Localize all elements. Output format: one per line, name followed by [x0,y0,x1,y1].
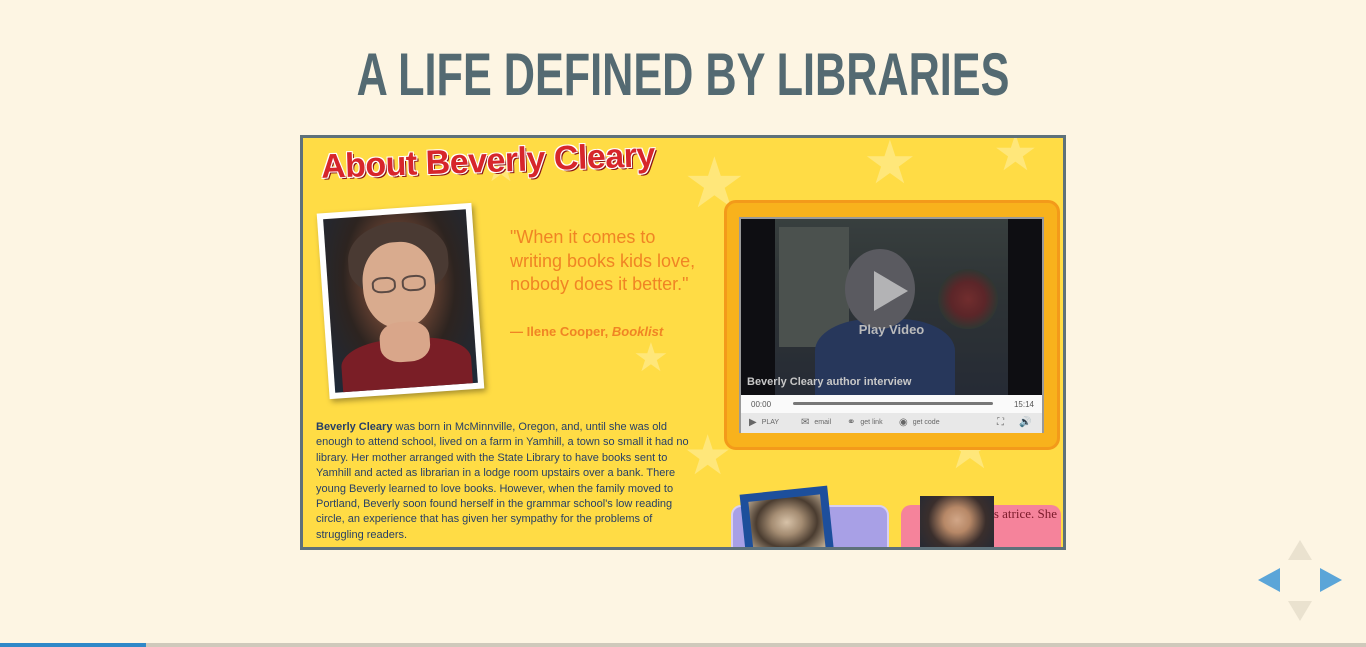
video-timebar: 00:00 15:14 [741,395,1042,413]
volume-button[interactable]: 🔊 [1019,417,1031,428]
video-caption: Beverly Cleary author interview [747,376,912,388]
play-video-label[interactable]: Play Video [741,322,1042,337]
video-screen[interactable]: Play Video Beverly Cleary author intervi… [741,219,1042,395]
video-player-container: Play Video Beverly Cleary author intervi… [724,200,1060,450]
video-controls: ▶ PLAY ✉ email ⚭ get link ◉ get code ⛶ 🔊 [741,413,1042,433]
nav-up-arrow-icon[interactable] [1288,540,1312,560]
link-icon: ⚭ [847,417,856,428]
play-icon: ▶ [749,417,757,428]
slide-title: A LIFE DEFINED BY LIBRARIES [356,41,1010,108]
get-code-button[interactable]: ◉ get code [899,417,940,428]
presentation-progress-bar [0,643,1366,647]
related-book-image[interactable] [739,485,835,547]
related-author-photo[interactable] [920,496,994,547]
fullscreen-icon: ⛶ [997,417,1004,428]
email-button[interactable]: ✉ email [801,417,831,428]
bio-name: Beverly Cleary [316,421,393,433]
progress-fill [0,643,147,647]
play-overlay-icon[interactable] [874,271,908,311]
get-link-button[interactable]: ⚭ get link [847,417,883,428]
play-button[interactable]: ▶ PLAY [749,417,779,428]
quote-attribution: — Ilene Cooper, Booklist [510,324,664,339]
video-player: Play Video Beverly Cleary author intervi… [739,217,1044,433]
embedded-page-frame: ★ ★ ★ ★ ★ ★ ★ ★ About Beverly Cleary "Wh… [300,135,1066,550]
volume-icon: 🔊 [1019,417,1032,428]
nav-left-arrow-icon[interactable] [1258,568,1280,592]
seek-bar[interactable] [793,402,993,405]
time-total: 15:14 [1013,400,1034,409]
code-icon: ◉ [899,417,908,428]
quote-text: "When it comes to writing books kids lov… [510,227,696,294]
time-current: 00:00 [751,400,772,409]
email-icon: ✉ [801,417,810,428]
nav-right-arrow-icon[interactable] [1320,568,1342,592]
nav-down-arrow-icon[interactable] [1288,601,1312,621]
fullscreen-button[interactable]: ⛶ [997,417,1004,428]
author-photo [316,202,485,400]
bio-paragraph: Beverly Cleary was born in McMinnville, … [316,421,689,541]
